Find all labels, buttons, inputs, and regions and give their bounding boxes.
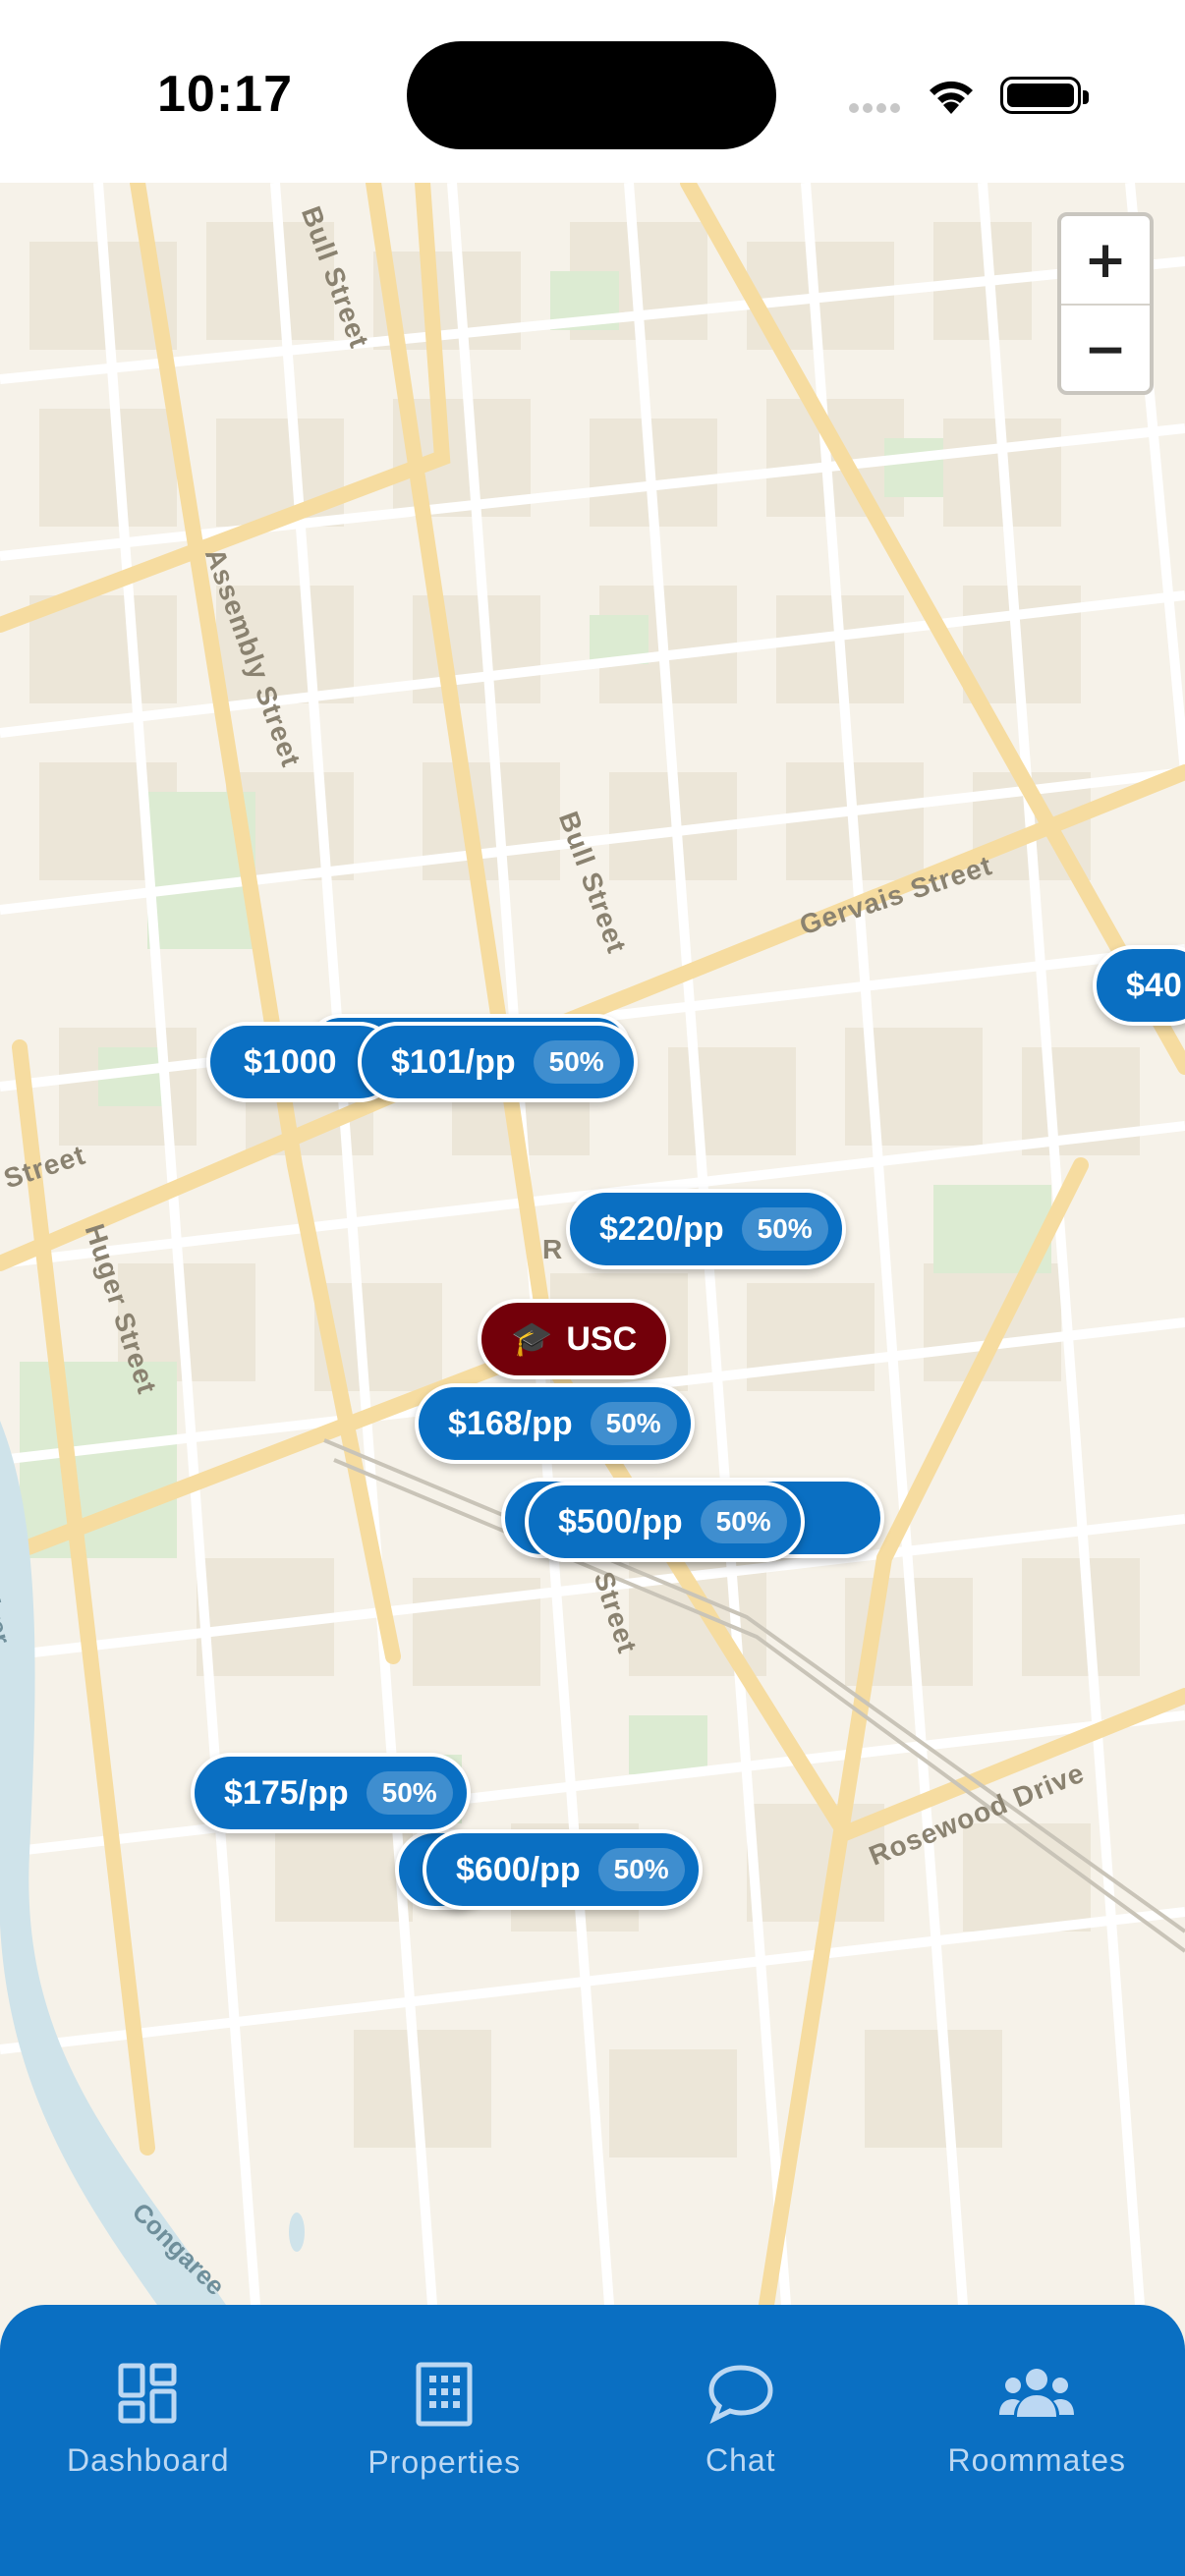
pin-percent-badge: 50% [700, 1500, 787, 1543]
pin-percent-badge: 50% [533, 1040, 620, 1084]
pin-price: $600/pp [456, 1850, 581, 1888]
pin-price: $175/pp [224, 1773, 349, 1812]
people-icon [999, 2369, 1075, 2417]
usc-label: USC [566, 1319, 638, 1358]
tab-label: Chat [705, 2442, 776, 2478]
dynamic-island [407, 41, 776, 149]
zoom-in-button[interactable]: + [1061, 216, 1150, 304]
status-bar: 10:17 [0, 0, 1185, 183]
tab-label: Properties [367, 2444, 522, 2480]
pin-percent-badge: 50% [366, 1771, 453, 1815]
zoom-out-button[interactable]: − [1061, 306, 1150, 393]
cellular-signal-icon [849, 100, 904, 118]
usc-campus-marker[interactable]: 🎓 USC [478, 1299, 671, 1379]
property-pin[interactable]: $600/pp 50% [423, 1829, 703, 1910]
pin-percent-badge: 50% [741, 1207, 828, 1251]
street-label-r: R [542, 1234, 564, 1264]
property-pin[interactable]: $168/pp 50% [415, 1383, 695, 1464]
dashboard-grid-icon [118, 2363, 177, 2424]
pin-percent-badge: 50% [590, 1402, 677, 1445]
property-pin[interactable]: $101/pp 50% [358, 1022, 638, 1102]
tab-label: Dashboard [66, 2442, 230, 2478]
building-icon [416, 2362, 473, 2427]
property-pin[interactable]: $40 [1093, 945, 1185, 1026]
property-pin[interactable]: $500/pp 50% [525, 1482, 805, 1562]
pin-percent-badge: 50% [597, 1848, 685, 1891]
pin-price: $101/pp [391, 1042, 516, 1081]
tab-roommates[interactable]: Roommates [889, 2305, 1185, 2576]
chat-bubble-icon [708, 2365, 773, 2425]
status-time: 10:17 [157, 66, 293, 123]
pin-price: $500/pp [558, 1502, 683, 1540]
property-pin[interactable]: $220/pp 50% [566, 1189, 846, 1269]
battery-icon [1000, 77, 1089, 114]
pin-price: $40 [1126, 966, 1182, 1004]
tab-label: Roommates [947, 2442, 1126, 2478]
wifi-icon [924, 75, 979, 121]
graduation-cap-icon: 🎓 [511, 1320, 553, 1358]
pin-price: $220/pp [599, 1209, 724, 1248]
zoom-controls: + − [1057, 212, 1154, 395]
tab-chat[interactable]: Chat [592, 2305, 889, 2576]
bottom-tab-bar: Dashboard Properties Chat Roommates [0, 2305, 1185, 2576]
tab-properties[interactable]: Properties [297, 2305, 593, 2576]
property-pin[interactable]: $175/pp 50% [191, 1753, 471, 1833]
pin-price: $1000 [244, 1042, 337, 1081]
pin-price: $168/pp [448, 1404, 573, 1442]
tab-dashboard[interactable]: Dashboard [0, 2305, 297, 2576]
